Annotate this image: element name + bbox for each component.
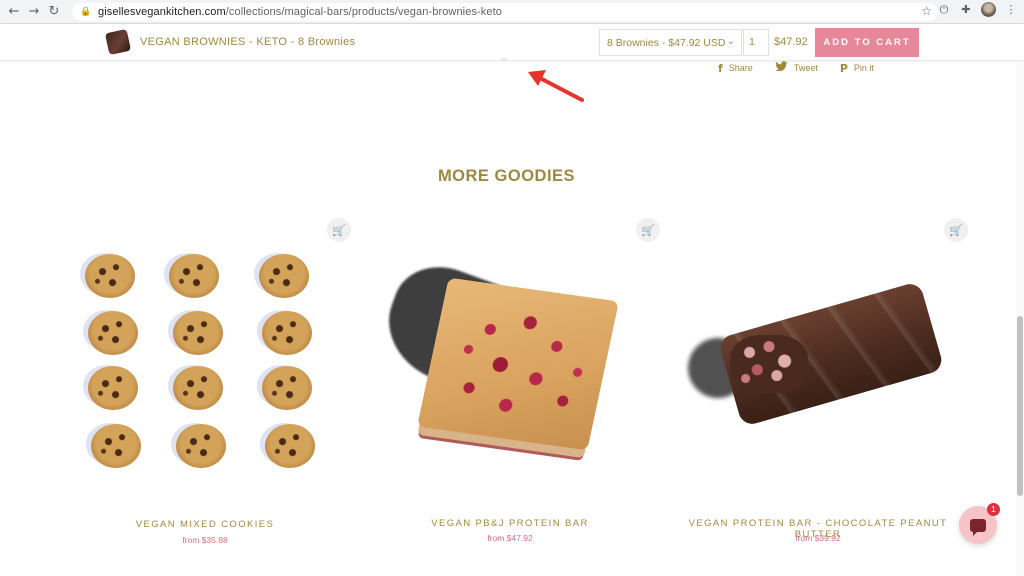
power-extension-icon[interactable]: ⏻ bbox=[937, 3, 951, 17]
product-thumbnail bbox=[104, 28, 132, 56]
quick-add-cart-icon[interactable]: 🛒 bbox=[636, 218, 660, 242]
product-price: from $47.92 bbox=[487, 533, 533, 543]
product-card-mixed-cookies[interactable]: 🛒 VEGAN MIXED COOKIES from $35.88 bbox=[55, 210, 355, 555]
cookie bbox=[262, 366, 312, 410]
reload-icon[interactable]: ↻ bbox=[44, 2, 64, 22]
url-path: /collections/magical-bars/products/vegan… bbox=[225, 6, 502, 18]
variant-select[interactable]: 8 Brownies - $47.92 USD ⌄ bbox=[599, 29, 742, 56]
variant-selected-value: 8 Brownies - $47.92 USD bbox=[607, 36, 726, 49]
section-title: MORE GOODIES bbox=[437, 167, 576, 185]
cookie bbox=[91, 424, 141, 468]
quick-add-cart-icon[interactable]: 🛒 bbox=[944, 218, 968, 242]
address-bar[interactable]: 🔒 gisellesvegankitchen.com/collections/m… bbox=[72, 3, 938, 21]
product-name[interactable]: VEGAN MIXED COOKIES bbox=[55, 519, 355, 530]
back-icon[interactable]: ← bbox=[4, 2, 24, 22]
product-price: from $35.88 bbox=[182, 535, 228, 545]
product-price: from $39.92 bbox=[795, 533, 841, 543]
cookie bbox=[259, 254, 309, 298]
url-text[interactable]: gisellesvegankitchen.com/collections/mag… bbox=[98, 6, 502, 18]
sticky-product-title: VEGAN BROWNIES - KETO - 8 Brownies bbox=[140, 36, 356, 48]
cookie bbox=[88, 366, 138, 410]
product-card-pbj-protein-bar[interactable]: 🛒 VEGAN PB&J PROTEIN BAR from $47.92 bbox=[360, 210, 660, 555]
share-links: f Share Tweet P Pin it bbox=[718, 61, 874, 75]
quantity-input[interactable]: 1 bbox=[743, 29, 769, 56]
facebook-icon: f bbox=[718, 61, 723, 75]
product-name[interactable]: VEGAN PB&J PROTEIN BAR bbox=[360, 518, 660, 529]
pin-label: Pin it bbox=[853, 63, 874, 73]
red-arrow-annotation bbox=[528, 70, 584, 102]
add-to-cart-button[interactable]: ADD TO CART bbox=[815, 28, 919, 57]
chat-notification-badge: 1 bbox=[987, 503, 1000, 516]
carousel-dot[interactable] bbox=[501, 58, 507, 61]
chat-bubble-icon bbox=[970, 518, 986, 536]
pbj-bar-shape bbox=[416, 277, 620, 451]
lock-icon[interactable]: 🔒 bbox=[80, 7, 91, 17]
share-pinterest-link[interactable]: P Pin it bbox=[840, 61, 874, 75]
profile-avatar[interactable] bbox=[981, 2, 996, 17]
cookie bbox=[176, 424, 226, 468]
page-scrollbar[interactable] bbox=[1016, 62, 1024, 576]
sticky-product-bar: VEGAN BROWNIES - KETO - 8 Brownies 8 Bro… bbox=[0, 24, 1024, 61]
scrollbar-thumb[interactable] bbox=[1017, 316, 1023, 496]
browser-actions: ⏻ ✚ ⋮ bbox=[937, 2, 1018, 17]
browser-toolbar: ← → ↻ 🔒 gisellesvegankitchen.com/collect… bbox=[0, 0, 1024, 24]
share-facebook-link[interactable]: f Share bbox=[718, 61, 753, 75]
pinterest-icon: P bbox=[839, 61, 848, 75]
twitter-icon bbox=[775, 61, 788, 75]
tweet-label: Tweet bbox=[793, 63, 818, 73]
product-card-chocolate-peanut-butter-bar[interactable]: 🛒 VEGAN PROTEIN BAR - CHOCOLATE PEANUT B… bbox=[668, 210, 968, 555]
cookie bbox=[265, 424, 315, 468]
sticky-price: $47.92 bbox=[774, 36, 808, 48]
forward-icon[interactable]: → bbox=[24, 2, 44, 22]
cookie bbox=[262, 311, 312, 355]
url-domain: gisellesvegankitchen.com bbox=[98, 6, 226, 18]
share-label: Share bbox=[728, 63, 753, 73]
rose-petal-topping bbox=[730, 335, 808, 393]
share-twitter-link[interactable]: Tweet bbox=[775, 61, 818, 75]
cookie bbox=[173, 311, 223, 355]
chevron-down-icon: ⌄ bbox=[726, 36, 735, 47]
cookie bbox=[169, 254, 219, 298]
extensions-puzzle-icon[interactable]: ✚ bbox=[959, 3, 973, 16]
bookmark-star-icon[interactable]: ☆ bbox=[921, 4, 932, 18]
quick-add-cart-icon[interactable]: 🛒 bbox=[327, 218, 351, 242]
cookie bbox=[85, 254, 135, 298]
cookie bbox=[88, 311, 138, 355]
browser-menu-icon[interactable]: ⋮ bbox=[1004, 3, 1018, 16]
cookie bbox=[173, 366, 223, 410]
